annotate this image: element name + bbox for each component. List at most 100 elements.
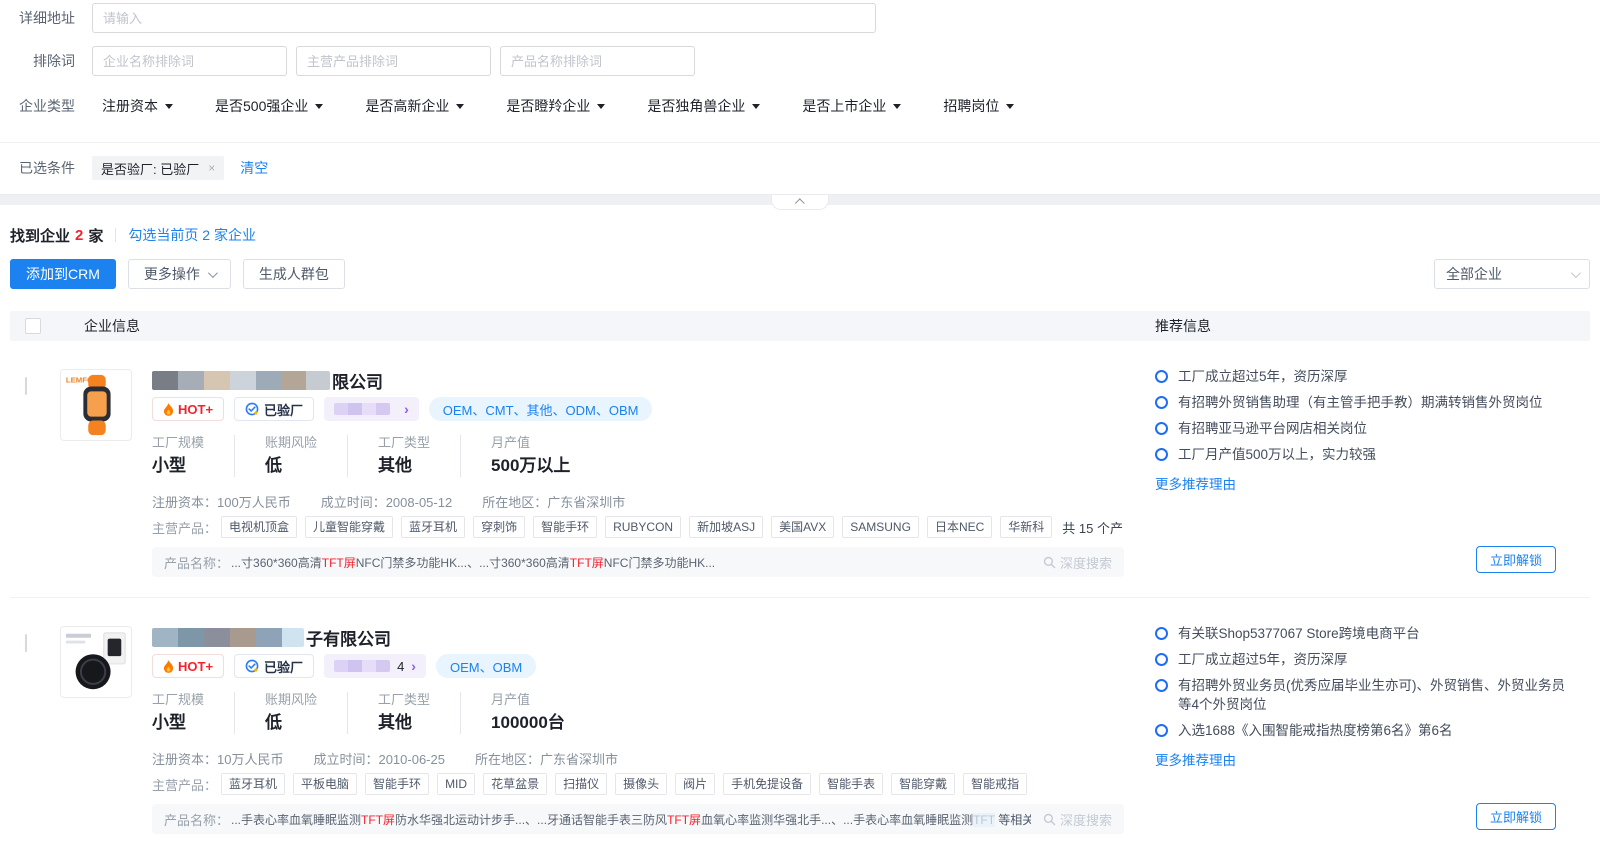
deep-search-label: 深度搜索 bbox=[1060, 810, 1112, 829]
collapse-filters-button[interactable] bbox=[771, 195, 829, 210]
product-tag[interactable]: 日本NEC bbox=[927, 516, 992, 538]
unlock-button[interactable]: 立即解锁 bbox=[1476, 803, 1556, 830]
product-tag[interactable]: 花草盆景 bbox=[483, 773, 547, 795]
exclude-main-product-input[interactable] bbox=[296, 46, 491, 76]
row-checkbox[interactable] bbox=[25, 377, 27, 395]
product-name-snippet: ...寸360*360高清 bbox=[231, 556, 322, 570]
product-tag[interactable]: 手机免提设备 bbox=[723, 773, 811, 795]
results-section: 找到企业 2 家 勾选当前页 2 家企业 添加到CRM 更多操作 生成人群包 全… bbox=[0, 225, 1600, 853]
row-checkbox[interactable] bbox=[25, 634, 27, 652]
found-count: 2 bbox=[75, 227, 83, 244]
product-tag[interactable]: 智能手环 bbox=[533, 516, 597, 538]
product-names-bar: 产品名称： ...手表心率血氧睡眠监测TFT屏防水华强北运动计步手...、...… bbox=[152, 804, 1124, 834]
chevron-up-icon bbox=[794, 198, 804, 208]
divider bbox=[115, 228, 116, 242]
check-circle-icon bbox=[245, 402, 259, 416]
product-tag[interactable]: 穿刺饰 bbox=[473, 516, 525, 538]
exclude-product-name-input[interactable] bbox=[500, 46, 695, 76]
product-name-snippet: 血氧心率监测华强北手...、 bbox=[701, 813, 843, 827]
product-tag[interactable]: MID bbox=[437, 773, 475, 795]
main-products-label: 主营产品： bbox=[152, 518, 217, 537]
filter-dropdown[interactable]: 注册资本 bbox=[102, 96, 173, 116]
close-icon[interactable]: × bbox=[208, 161, 215, 175]
product-tag[interactable]: 智能穿戴 bbox=[891, 773, 955, 795]
product-tag[interactable]: 新加坡ASJ bbox=[689, 516, 763, 538]
hot-label: HOT+ bbox=[178, 402, 213, 417]
recommend-list: 工厂成立超过5年，资历深厚有招聘外贸销售助理（有主管手把手教）期满转销售外贸岗位… bbox=[1155, 367, 1568, 464]
product-tag[interactable]: 儿童智能穿戴 bbox=[305, 516, 393, 538]
generate-audience-button[interactable]: 生成人群包 bbox=[243, 259, 345, 289]
rank-badge[interactable]: 4 › bbox=[324, 654, 426, 678]
stat-factory-scale: 工厂规模小型 bbox=[152, 692, 235, 734]
product-tag[interactable]: 蓝牙耳机 bbox=[401, 516, 465, 538]
company-name[interactable]: 限公司 bbox=[152, 369, 1124, 391]
table-header: 企业信息 推荐信息 bbox=[10, 311, 1590, 341]
filter-row-exclude: 排除词 bbox=[0, 46, 1600, 76]
product-tag[interactable]: 华新科 bbox=[1000, 516, 1052, 538]
filter-collapse-strip bbox=[0, 182, 1600, 195]
product-tag[interactable]: RUBYCON bbox=[605, 516, 681, 538]
product-name-snippet: TFT屏 bbox=[361, 813, 395, 827]
main-products-row: 主营产品： 蓝牙耳机平板电脑智能手环MID花草盆景扫描仪摄像头阀片手机免提设备智… bbox=[152, 773, 1124, 795]
company-scope-select[interactable]: 全部企业 bbox=[1434, 259, 1590, 289]
company-row: LEMFO 限公司 bbox=[10, 341, 1590, 598]
filter-dropdown[interactable]: 是否独角兽企业 bbox=[647, 96, 760, 116]
company-logo: LEMFO bbox=[60, 369, 132, 441]
product-name-snippets: ...手表心率血氧睡眠监测TFT屏防水华强北运动计步手...、...牙通话智能手… bbox=[231, 811, 1031, 828]
stats-row: 工厂规模小型 账期风险低 工厂类型其他 月产值100000台 bbox=[152, 692, 1124, 734]
registration-info: 注册资本：10万人民币成立时间：2010-06-25所在地区：广东省深圳市 bbox=[152, 749, 1124, 767]
column-recommend-info: 推荐信息 bbox=[1138, 316, 1211, 336]
filter-dropdown[interactable]: 是否上市企业 bbox=[802, 96, 901, 116]
recommend-cell: 工厂成立超过5年，资历深厚有招聘外贸销售助理（有主管手把手教）期满转销售外贸岗位… bbox=[1138, 341, 1568, 597]
clear-conditions-link[interactable]: 清空 bbox=[240, 158, 268, 178]
more-operations-button[interactable]: 更多操作 bbox=[128, 259, 231, 289]
add-to-crm-button[interactable]: 添加到CRM bbox=[10, 259, 116, 289]
select-current-page-link[interactable]: 勾选当前页 2 家企业 bbox=[128, 225, 256, 245]
product-name-snippet: TFT屏 bbox=[322, 556, 356, 570]
product-tag[interactable]: 平板电脑 bbox=[293, 773, 357, 795]
column-company-info: 企业信息 bbox=[84, 316, 140, 336]
redacted-name-block bbox=[152, 628, 304, 647]
address-input[interactable] bbox=[92, 3, 876, 33]
product-names-label: 产品名称： bbox=[164, 810, 229, 829]
unlock-button[interactable]: 立即解锁 bbox=[1476, 546, 1556, 573]
redacted-name-block bbox=[152, 371, 330, 390]
product-name-snippet: ...手表心率血氧睡眠监测 bbox=[231, 813, 361, 827]
chevron-right-icon: › bbox=[404, 401, 409, 417]
product-name-snippet: TFT屏 bbox=[667, 813, 701, 827]
selected-condition-tag: 是否验厂: 已验厂 × bbox=[92, 156, 224, 180]
product-tag[interactable]: 智能手环 bbox=[365, 773, 429, 795]
product-tag[interactable]: 智能手表 bbox=[819, 773, 883, 795]
recommend-item: 入选1688《入围智能戒指热度榜第6名》第6名 bbox=[1155, 721, 1568, 740]
stats-row: 工厂规模小型 账期风险低 工厂类型其他 月产值500万以上 bbox=[152, 435, 1124, 477]
recommend-cell: 有关联Shop5377067 Store跨境电商平台工厂成立超过5年，资历深厚有… bbox=[1138, 598, 1568, 853]
product-tag[interactable]: 电视机顶盒 bbox=[221, 516, 297, 538]
filter-dropdown[interactable]: 是否500强企业 bbox=[215, 96, 323, 116]
hot-badge: HOT+ bbox=[152, 654, 224, 678]
more-reasons-link[interactable]: 更多推荐理由 bbox=[1155, 473, 1236, 493]
product-tag[interactable]: SAMSUNG bbox=[842, 516, 919, 538]
product-tag[interactable]: 美国AVX bbox=[771, 516, 834, 538]
select-all-checkbox[interactable] bbox=[25, 318, 41, 334]
company-name[interactable]: 子有限公司 bbox=[152, 626, 1124, 648]
info-item: 所在地区：广东省深圳市 bbox=[482, 495, 625, 510]
more-products-link[interactable]: 共 15 个产品 › bbox=[1062, 518, 1124, 537]
more-reasons-link[interactable]: 更多推荐理由 bbox=[1155, 749, 1236, 769]
deep-search-button[interactable]: 深度搜索 bbox=[1043, 810, 1112, 829]
product-tag[interactable]: 摄像头 bbox=[615, 773, 667, 795]
exclude-company-name-input[interactable] bbox=[92, 46, 287, 76]
product-tag[interactable]: 智能戒指 bbox=[963, 773, 1027, 795]
toolbar: 添加到CRM 更多操作 生成人群包 全部企业 bbox=[10, 259, 1590, 289]
filter-dropdown[interactable]: 是否瞪羚企业 bbox=[506, 96, 605, 116]
filter-dropdown[interactable]: 是否高新企业 bbox=[365, 96, 464, 116]
product-tag[interactable]: 扫描仪 bbox=[555, 773, 607, 795]
deep-search-button[interactable]: 深度搜索 bbox=[1043, 553, 1112, 572]
product-tag[interactable]: 蓝牙耳机 bbox=[221, 773, 285, 795]
filter-row-address: 详细地址 bbox=[0, 3, 1600, 33]
filter-dropdown[interactable]: 招聘岗位 bbox=[943, 96, 1014, 116]
verified-label: 已验厂 bbox=[264, 400, 303, 419]
product-tag[interactable]: 阀片 bbox=[675, 773, 715, 795]
search-icon bbox=[1043, 556, 1056, 569]
registration-info: 注册资本：100万人民币成立时间：2008-05-12所在地区：广东省深圳市 bbox=[152, 492, 1124, 510]
rank-badge[interactable]: › bbox=[324, 397, 419, 421]
